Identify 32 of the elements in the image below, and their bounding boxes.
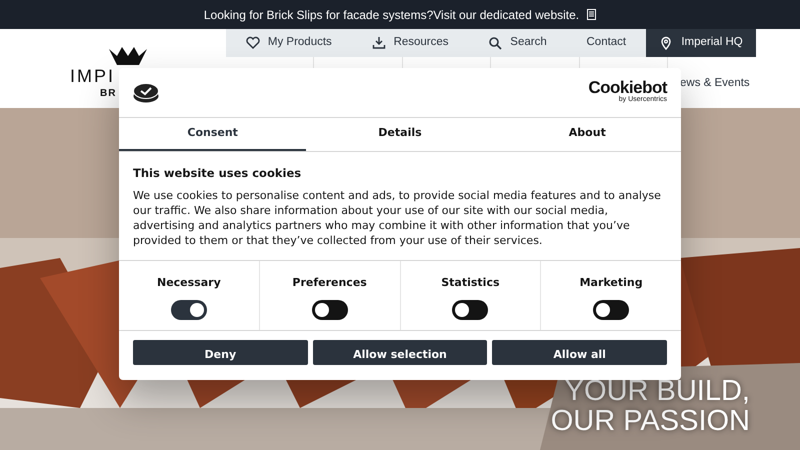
nav-link[interactable]: Resources [352,29,468,57]
logo-crown-icon [109,47,147,65]
consent-button[interactable]: Deny [133,340,308,365]
dialog-tab[interactable]: Details [306,118,494,151]
nav-link[interactable]: Search [468,29,567,57]
download-icon [372,36,386,50]
location-pin-icon [659,36,674,50]
dialog-text: We use cookies to personalise content and ads, to provide social media features and to analyse our traffic. We also share information about your use of our site with our social media, advertising and analytics partners who may combine it with other information that you’ve provided to them or that they’ve collected from your use of their services. [133,188,662,248]
toggle-label: Statistics [441,275,500,291]
dialog-tab[interactable]: Consent [119,118,306,151]
toggle-label: Necessary [156,275,221,291]
cookie-check-icon [133,82,159,102]
nav-link[interactable]: Contact [566,29,646,57]
hero-headline: OUR PASSION [550,406,750,436]
logo-subtext: BR [100,88,116,99]
toggle-switch[interactable] [312,300,348,320]
consent-button[interactable]: Allow all [492,340,668,365]
toggle-switch[interactable] [170,300,207,320]
nav-link[interactable]: My Products [226,29,352,57]
dialog-tab[interactable]: About [494,118,681,151]
dialog-title: This website uses cookies [133,165,302,182]
document-icon [587,9,596,20]
nav-link[interactable]: ews & Events [680,75,750,92]
toggle-switch[interactable] [452,300,488,320]
toggle-label: Preferences [292,275,367,291]
hero-headline: YOUR BUILD, [564,376,750,406]
toggle-switch[interactable] [593,300,630,320]
consent-button[interactable]: Allow selection [312,340,488,365]
logo-text[interactable]: IMPI [70,67,116,85]
search-icon [488,36,502,50]
toggle-label: Marketing [580,275,643,291]
heart-icon [246,36,260,50]
